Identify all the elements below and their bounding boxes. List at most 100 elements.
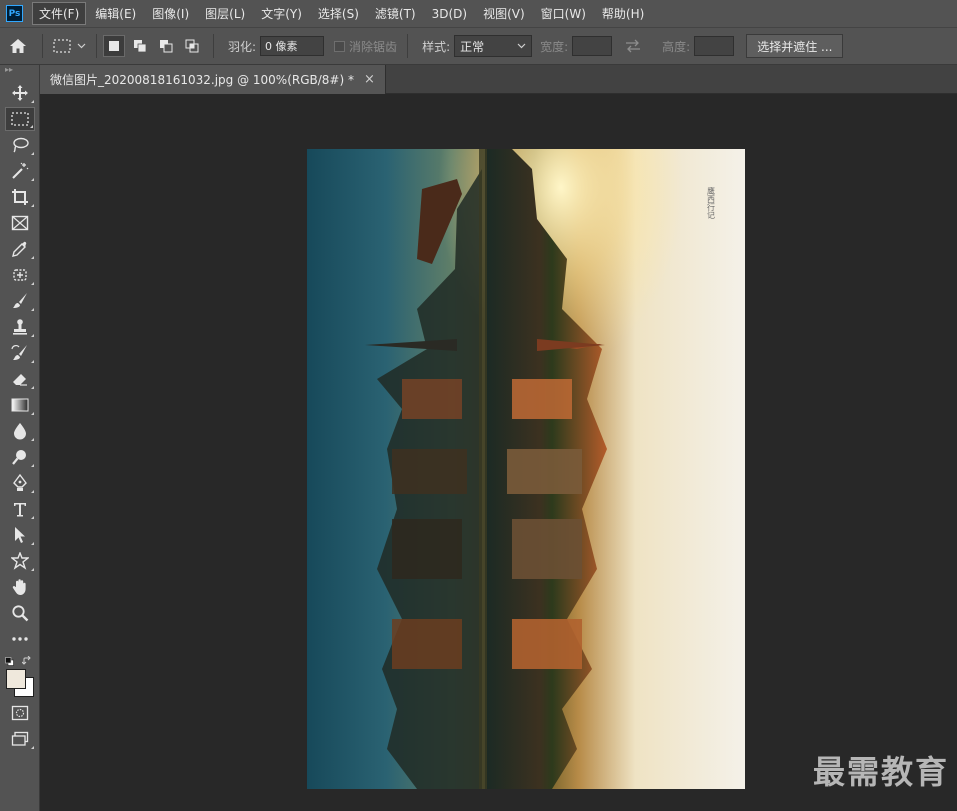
image-vertical-text: 鹰西行记 (707, 186, 716, 219)
feather-input[interactable] (260, 36, 325, 56)
rect-marquee-icon (53, 39, 71, 53)
zoom-tool[interactable] (5, 601, 35, 625)
style-label: 样式: (422, 39, 451, 54)
menu-help[interactable]: 帮助(H) (596, 3, 650, 24)
lasso-tool[interactable] (5, 133, 35, 157)
quick-mask-button[interactable] (5, 701, 35, 725)
brush-tool[interactable] (5, 289, 35, 313)
screen-mode-icon (11, 731, 29, 746)
antialias-checkbox[interactable] (334, 40, 346, 52)
custom-shape-tool[interactable] (5, 549, 35, 573)
new-selection-button[interactable] (103, 35, 125, 57)
menu-view[interactable]: 视图(V) (477, 3, 531, 24)
menu-layer[interactable]: 图层(L) (199, 3, 251, 24)
intersect-selection-button[interactable] (181, 35, 203, 57)
style-select-value: 正常 (460, 39, 485, 54)
path-selection-tool[interactable] (5, 523, 35, 547)
color-swatches (0, 655, 40, 699)
zoom-icon (12, 605, 29, 622)
rect-marquee-icon (11, 112, 29, 126)
tools-panel: ▸▸ (0, 65, 40, 811)
menu-window[interactable]: 窗口(W) (535, 3, 592, 24)
subtract-selection-button[interactable] (155, 35, 177, 57)
menu-image[interactable]: 图像(I) (146, 3, 195, 24)
height-input[interactable] (694, 36, 735, 56)
document-image[interactable]: 鹰西行记 (307, 149, 745, 789)
document-tab-bar: 微信图片_20200818161032.jpg @ 100%(RGB/8#) *… (40, 65, 957, 94)
history-brush-tool[interactable] (5, 341, 35, 365)
move-tool[interactable] (5, 81, 35, 105)
hand-icon (12, 579, 26, 595)
divider (213, 34, 214, 58)
width-input[interactable] (572, 36, 613, 56)
home-icon (10, 39, 26, 53)
path-arrow-icon (15, 527, 25, 543)
document-tab-title: 微信图片_20200818161032.jpg @ 100%(RGB/8#) * (50, 73, 354, 87)
gradient-tool[interactable] (5, 393, 35, 417)
rect-marquee-tool[interactable] (5, 107, 35, 131)
edit-toolbar-button[interactable] (5, 627, 35, 651)
swap-colors-icon[interactable] (22, 656, 32, 666)
brush-icon (13, 293, 27, 308)
lasso-icon (13, 137, 29, 153)
eraser-tool[interactable] (5, 367, 35, 391)
stamp-icon (13, 319, 27, 335)
chevron-down-icon (517, 43, 526, 49)
dodge-tool[interactable] (5, 445, 35, 469)
new-selection-icon (109, 41, 119, 51)
antialias-label: 消除锯齿 (349, 39, 398, 54)
hand-tool[interactable] (5, 575, 35, 599)
eyedropper-icon (12, 241, 27, 257)
select-and-mask-button[interactable]: 选择并遮住 ... (746, 34, 844, 58)
options-bar: 羽化: 消除锯齿 样式: 正常 宽度: 高度: 选择并遮住 ... (0, 27, 957, 65)
panel-collapse-icon[interactable]: ▸▸ (0, 65, 39, 79)
divider (96, 34, 97, 58)
magic-wand-tool[interactable] (5, 159, 35, 183)
rotated-town-photo: 鹰西行记 (307, 149, 745, 789)
clone-stamp-tool[interactable] (5, 315, 35, 339)
blur-drop-icon (14, 423, 26, 440)
blur-tool[interactable] (5, 419, 35, 443)
home-button[interactable] (0, 31, 36, 61)
eraser-icon (13, 374, 27, 386)
menu-filter[interactable]: 滤镜(T) (369, 3, 422, 24)
foreground-color-swatch[interactable] (6, 669, 26, 689)
canvas-area[interactable]: 鹰西行记 最需教育 (40, 94, 957, 811)
frame-tool[interactable] (5, 211, 35, 235)
move-icon (12, 85, 28, 101)
add-selection-button[interactable] (129, 35, 151, 57)
quick-mask-icon (11, 705, 29, 721)
crop-icon (12, 189, 28, 205)
tool-preset-picker[interactable] (49, 39, 90, 53)
screen-mode-button[interactable] (5, 727, 35, 751)
gradient-icon (11, 398, 29, 412)
swap-arrows-icon[interactable] (624, 39, 642, 53)
pen-tool[interactable] (5, 471, 35, 495)
divider (42, 34, 43, 58)
eyedropper-tool[interactable] (5, 237, 35, 261)
pen-icon (13, 474, 27, 491)
type-icon (14, 503, 26, 517)
feather-label: 羽化: (228, 39, 257, 54)
add-selection-icon (134, 40, 147, 53)
menu-file[interactable]: 文件(F) (31, 2, 87, 25)
document-tab[interactable]: 微信图片_20200818161032.jpg @ 100%(RGB/8#) *… (40, 65, 386, 94)
photoshop-logo-icon[interactable]: Ps (6, 5, 23, 22)
menu-3d[interactable]: 3D(D) (426, 5, 473, 23)
style-select[interactable]: 正常 (454, 35, 533, 57)
crop-tool[interactable] (5, 185, 35, 209)
dodge-icon (12, 450, 26, 465)
menu-bar: Ps 文件(F) 编辑(E) 图像(I) 图层(L) 文字(Y) 选择(S) 滤… (0, 0, 957, 27)
intersect-selection-icon (185, 39, 199, 53)
default-colors-icon[interactable] (5, 657, 14, 666)
history-brush-icon (11, 345, 27, 360)
magic-wand-icon (12, 162, 29, 179)
healing-brush-tool[interactable] (5, 263, 35, 287)
menu-edit[interactable]: 编辑(E) (89, 3, 142, 24)
width-label: 宽度: (540, 39, 569, 54)
close-icon[interactable]: × (364, 72, 375, 87)
menu-type[interactable]: 文字(Y) (255, 3, 308, 24)
chevron-down-icon (77, 43, 86, 49)
type-tool[interactable] (5, 497, 35, 521)
menu-select[interactable]: 选择(S) (312, 3, 365, 24)
